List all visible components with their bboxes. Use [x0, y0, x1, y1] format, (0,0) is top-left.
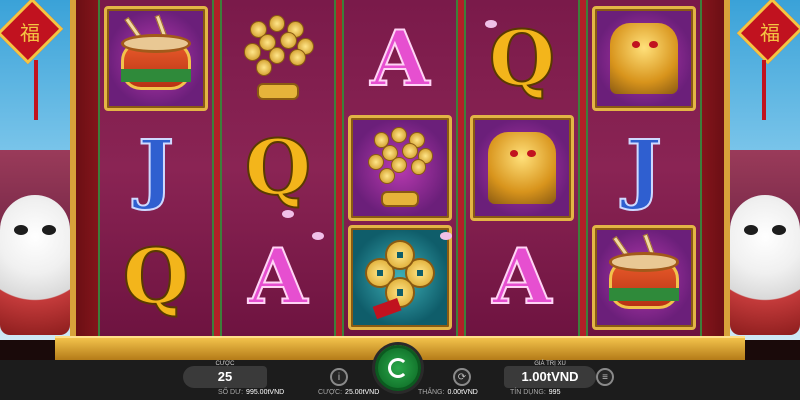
balance-value: 995.00tVND	[246, 389, 285, 396]
bet-status-label: CƯỢC:	[318, 389, 343, 396]
coin-value: 1.00tVND	[521, 369, 579, 384]
reel-1: JQ	[98, 0, 214, 336]
lion-dancer-right-icon	[730, 195, 800, 335]
balance-label: SỐ DƯ:	[218, 389, 244, 396]
win-value: 0.00tVND	[447, 389, 478, 396]
lion-eye	[772, 225, 786, 235]
symbol-a-icon: A	[370, 13, 431, 103]
reel-2: QA	[220, 0, 336, 336]
status-row: SỐ DƯ: 995.00tVND CƯỢC: 25.00tVND THẮNG: 0.…	[0, 389, 800, 400]
reel-cell	[592, 6, 696, 112]
reel-cell: A	[470, 225, 574, 330]
symbol-j-icon: J	[625, 122, 663, 212]
reel-cell: A	[226, 225, 330, 330]
petal-icon	[440, 232, 452, 240]
reel-5: J	[586, 0, 702, 336]
reel-cell	[348, 115, 452, 221]
reels-grid: JQQAAQAJ	[96, 0, 704, 336]
tassel-left	[34, 60, 38, 120]
coin-value-label: GIÁ TRỊ XU	[534, 361, 566, 367]
reel-cell	[592, 224, 696, 330]
money-tree-icon	[356, 123, 444, 212]
reel-cell: A	[348, 6, 452, 111]
symbol-q-icon: Q	[244, 122, 312, 212]
lion-dancer-left-icon	[0, 195, 70, 335]
reel-3: A	[342, 0, 458, 336]
symbol-a-icon: A	[248, 232, 309, 322]
autoplay-icon[interactable]: ⟳	[453, 368, 471, 386]
lantern-glyph-right: 福	[760, 20, 780, 45]
reel-cell: Q	[104, 225, 208, 330]
bet-status-value: 25.00tVND	[345, 389, 380, 396]
coin-stack-icon[interactable]: ≡	[596, 368, 614, 386]
petal-icon	[312, 232, 324, 240]
symbol-j-icon: J	[137, 122, 175, 212]
lion-eye	[744, 225, 758, 235]
petal-icon	[282, 210, 294, 218]
symbol-q-icon: Q	[122, 232, 190, 322]
bet-value: 25	[217, 369, 233, 384]
lion-statue-icon	[478, 123, 566, 212]
tassel-right	[762, 60, 766, 120]
info-icon[interactable]: i	[330, 368, 348, 386]
win-label: THẮNG:	[418, 389, 445, 396]
drum-icon	[600, 233, 688, 322]
lion-eye	[14, 225, 28, 235]
reel-cell: J	[104, 115, 208, 220]
lantern-glyph-left: 福	[20, 20, 40, 45]
spin-button[interactable]	[375, 345, 421, 391]
lion-statue-icon	[600, 14, 688, 103]
bet-status: CƯỢC: 25.00tVND	[318, 389, 379, 396]
reel-cell	[470, 115, 574, 221]
symbol-q-icon: Q	[488, 13, 556, 103]
reel-4: QA	[464, 0, 580, 336]
symbol-a-icon: A	[492, 232, 553, 322]
win-status: THẮNG: 0.00tVND	[418, 389, 478, 396]
lion-eye	[42, 225, 56, 235]
bet-label: CƯỢC	[215, 361, 235, 367]
balance-status: SỐ DƯ: 995.00tVND	[218, 389, 284, 396]
credit-status: TÍN DỤNG: 995	[510, 389, 560, 396]
reel-cell	[104, 6, 208, 112]
spin-icon	[388, 358, 408, 378]
reel-cell: J	[592, 115, 696, 220]
reel-cell	[348, 224, 452, 330]
petal-icon	[485, 20, 497, 28]
reel-cell: Q	[226, 115, 330, 220]
money-tree-icon	[231, 11, 325, 106]
reel-cell	[226, 6, 330, 111]
coins-charm-icon	[356, 233, 444, 322]
drum-icon	[112, 14, 200, 103]
credit-label: TÍN DỤNG:	[510, 389, 546, 396]
credit-value: 995	[548, 389, 561, 396]
